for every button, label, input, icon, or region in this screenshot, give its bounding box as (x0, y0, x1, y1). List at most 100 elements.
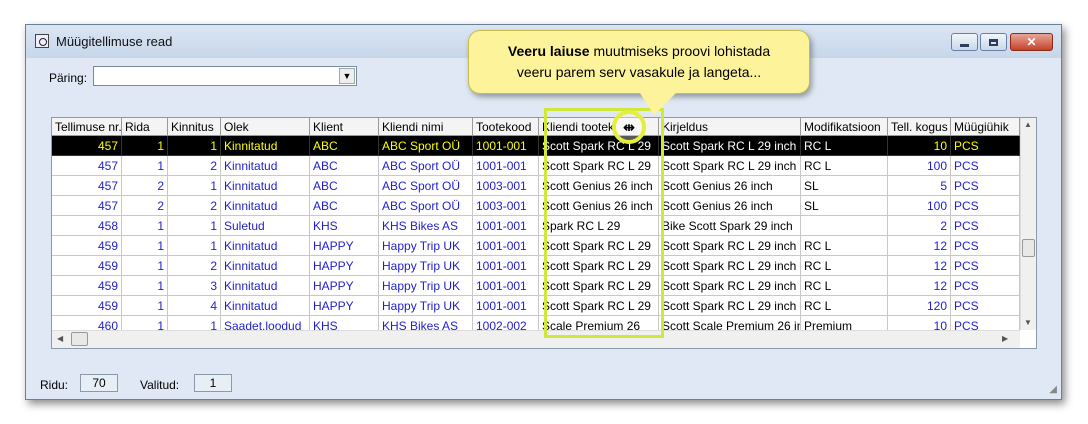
dropdown-button[interactable]: ▼ (339, 68, 355, 84)
table-cell[interactable]: Scott Genius 26 inch (539, 176, 659, 196)
table-cell[interactable]: 1001-001 (473, 136, 539, 156)
table-row[interactable]: 457 2 1 Kinnitatud ABC ABC Sport OÜ 1003-001 Sc… (52, 176, 1020, 196)
table-cell[interactable]: HAPPY (310, 276, 379, 296)
table-cell[interactable]: PCS (951, 176, 1020, 196)
table-cell[interactable]: Happy Trip UK (379, 236, 473, 256)
table-cell[interactable]: ABC (310, 176, 379, 196)
table-cell[interactable]: RC L (801, 136, 888, 156)
table-cell[interactable]: Happy Trip UK (379, 256, 473, 276)
table-cell[interactable]: KHS (310, 216, 379, 236)
table-cell[interactable]: Happy Trip UK (379, 296, 473, 316)
table-cell[interactable]: RC L (801, 276, 888, 296)
table-cell[interactable]: 2 (168, 256, 221, 276)
table-cell[interactable]: KHS Bikes AS (379, 216, 473, 236)
table-cell[interactable]: Scott Genius 26 inch (539, 196, 659, 216)
table-cell[interactable]: Scott Spark RC L 29 inch (659, 276, 801, 296)
table-cell[interactable]: Scott Spark RC L 29 inch (659, 256, 801, 276)
table-cell[interactable] (801, 216, 888, 236)
table-cell[interactable]: Kinnitatud (221, 196, 310, 216)
table-cell[interactable]: PCS (951, 296, 1020, 316)
close-button[interactable]: ✕ (1010, 33, 1053, 51)
table-cell[interactable]: ABC Sport OÜ (379, 136, 473, 156)
table-row[interactable]: 459 1 4 Kinnitatud HAPPY Happy Trip UK 1001-00… (52, 296, 1020, 316)
table-cell[interactable]: Scott Spark RC L 29 (539, 156, 659, 176)
table-cell[interactable]: 2 (168, 156, 221, 176)
table-cell[interactable]: 1001-001 (473, 256, 539, 276)
table-cell[interactable]: RC L (801, 296, 888, 316)
table-cell[interactable]: Bike Scott Spark 29 inch (659, 216, 801, 236)
table-cell[interactable]: SL (801, 196, 888, 216)
table-cell[interactable]: Scott Spark RC L 29 inch (659, 296, 801, 316)
column-header[interactable]: Klient (310, 118, 379, 136)
table-cell[interactable]: Scott Spark RC L 29 inch (659, 136, 801, 156)
table-cell[interactable]: HAPPY (310, 236, 379, 256)
table-cell[interactable]: HAPPY (310, 256, 379, 276)
table-row[interactable]: 457 1 2 Kinnitatud ABC ABC Sport OÜ 1001-001 Sc… (52, 156, 1020, 176)
table-cell[interactable]: 2 (168, 196, 221, 216)
column-header[interactable]: Tell. kogus (888, 118, 951, 136)
table-cell[interactable]: 5 (888, 176, 951, 196)
scroll-up-icon[interactable]: ▲ (1024, 120, 1032, 129)
table-cell[interactable]: 458 (52, 216, 122, 236)
table-cell[interactable]: 12 (888, 236, 951, 256)
column-header[interactable]: Kirjeldus (659, 118, 801, 136)
table-cell[interactable]: ABC (310, 136, 379, 156)
table-cell[interactable]: RC L (801, 256, 888, 276)
table-cell[interactable]: 1001-001 (473, 236, 539, 256)
table-cell[interactable]: 457 (52, 156, 122, 176)
table-cell[interactable]: 459 (52, 276, 122, 296)
table-cell[interactable]: ABC Sport OÜ (379, 156, 473, 176)
horizontal-scroll-thumb[interactable] (71, 332, 88, 346)
table-cell[interactable]: 3 (168, 276, 221, 296)
table-cell[interactable]: Kinnitatud (221, 236, 310, 256)
table-cell[interactable]: 459 (52, 236, 122, 256)
table-cell[interactable]: PCS (951, 136, 1020, 156)
table-cell[interactable]: ABC (310, 156, 379, 176)
table-cell[interactable]: 1 (168, 176, 221, 196)
table-cell[interactable]: Scott Genius 26 inch (659, 176, 801, 196)
table-cell[interactable]: 1 (122, 216, 168, 236)
table-cell[interactable]: SL (801, 176, 888, 196)
table-cell[interactable]: 1001-001 (473, 156, 539, 176)
table-cell[interactable]: ABC (310, 196, 379, 216)
table-cell[interactable]: 1 (168, 136, 221, 156)
table-cell[interactable]: 457 (52, 196, 122, 216)
table-cell[interactable]: 10 (888, 136, 951, 156)
table-cell[interactable]: 1 (122, 156, 168, 176)
column-header[interactable]: Tellimuse nr. (52, 118, 122, 136)
table-row[interactable]: 459 1 2 Kinnitatud HAPPY Happy Trip UK 1001-00… (52, 256, 1020, 276)
table-cell[interactable]: 120 (888, 296, 951, 316)
table-cell[interactable]: 1001-001 (473, 276, 539, 296)
table-cell[interactable]: Scott Spark RC L 29 inch (659, 156, 801, 176)
table-cell[interactable]: 457 (52, 136, 122, 156)
column-header[interactable]: Kliendi nimi (379, 118, 473, 136)
table-cell[interactable]: RC L (801, 156, 888, 176)
table-row[interactable]: 459 1 3 Kinnitatud HAPPY Happy Trip UK 1001-00… (52, 276, 1020, 296)
table-cell[interactable]: ABC Sport OÜ (379, 176, 473, 196)
table-cell[interactable]: Kinnitatud (221, 276, 310, 296)
table-cell[interactable]: 2 (888, 216, 951, 236)
table-cell[interactable]: PCS (951, 276, 1020, 296)
table-cell[interactable]: Spark RC L 29 (539, 216, 659, 236)
table-cell[interactable]: Kinnitatud (221, 136, 310, 156)
table-cell[interactable]: Scott Spark RC L 29 (539, 296, 659, 316)
resize-grip-icon[interactable]: ◢ (1049, 384, 1057, 395)
table-cell[interactable]: 1 (122, 296, 168, 316)
order-rows-grid[interactable]: Tellimuse nr. Rida Kinnitus Olek Klient Klien… (51, 117, 1037, 349)
column-header[interactable]: Kinnitus (168, 118, 221, 136)
table-cell[interactable]: Kinnitatud (221, 156, 310, 176)
table-cell[interactable]: HAPPY (310, 296, 379, 316)
table-row[interactable]: 458 1 1 Suletud KHS KHS Bikes AS 1001-001 Spark… (52, 216, 1020, 236)
scroll-right-icon[interactable]: ▶ (1002, 334, 1008, 343)
table-cell[interactable]: PCS (951, 216, 1020, 236)
column-header[interactable]: Müügiühik (951, 118, 1020, 136)
column-header[interactable]: Tootekood (473, 118, 539, 136)
table-cell[interactable]: PCS (951, 196, 1020, 216)
scroll-down-icon[interactable]: ▼ (1024, 318, 1032, 327)
table-cell[interactable]: Scott Spark RC L 29 (539, 276, 659, 296)
table-cell[interactable]: 1001-001 (473, 296, 539, 316)
table-row[interactable]: 457 1 1 Kinnitatud ABC ABC Sport OÜ 1001-001 Sc… (52, 136, 1020, 156)
minimize-button[interactable] (951, 33, 978, 51)
table-cell[interactable]: 1 (122, 256, 168, 276)
table-cell[interactable]: Happy Trip UK (379, 276, 473, 296)
